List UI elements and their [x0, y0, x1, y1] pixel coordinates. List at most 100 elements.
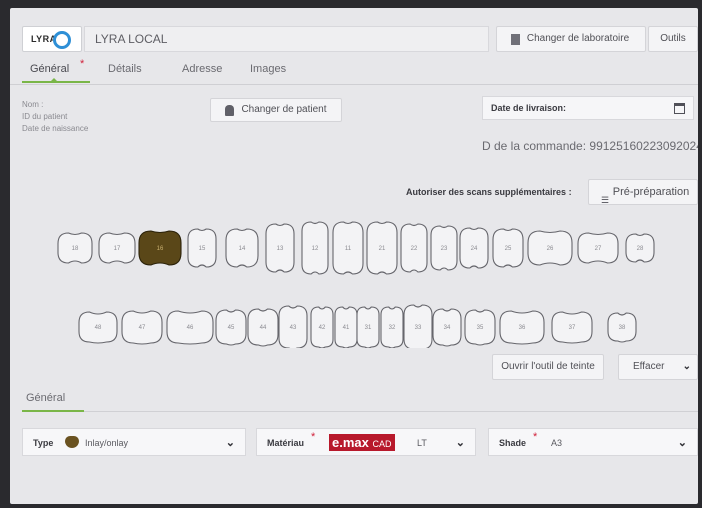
tooth-number: 11	[345, 246, 352, 252]
chevron-down-icon[interactable]: ⌄	[456, 436, 465, 449]
tooth-number: 34	[444, 325, 451, 331]
shade-select[interactable]: Shade * A3 ⌄	[488, 428, 698, 456]
tools-button[interactable]: Outils	[648, 26, 698, 52]
tooth-number: 28	[637, 246, 644, 252]
tooth-number: 12	[312, 246, 319, 252]
tooth-21[interactable]: 21	[366, 221, 398, 275]
tooth-27[interactable]: 27	[577, 232, 619, 264]
header-bar: LYRA LYRA LOCAL Changer de laboratoire O…	[22, 26, 698, 54]
chevron-down-icon[interactable]: ⌄	[678, 436, 687, 449]
type-select[interactable]: Type Inlay/onlay ⌄	[22, 428, 246, 456]
additional-scans-label: Autoriser des scans supplémentaires :	[406, 187, 572, 197]
tooth-35[interactable]: 35	[464, 309, 496, 346]
tooth-14[interactable]: 14	[225, 228, 259, 268]
tooth-number: 26	[547, 246, 554, 252]
change-patient-button[interactable]: Changer de patient	[210, 98, 342, 122]
tooth-number: 22	[411, 246, 418, 252]
section-title-general: Général	[26, 392, 66, 404]
tooth-number: 15	[199, 246, 206, 252]
tooth-22[interactable]: 22	[400, 223, 428, 273]
tooth-16[interactable]: 16	[138, 230, 182, 266]
patient-id-label: ID du patient	[22, 112, 68, 121]
tooth-number: 36	[519, 325, 526, 331]
tooth-31[interactable]: 31	[356, 306, 380, 348]
tooth-46[interactable]: 46	[166, 310, 214, 345]
tab-bar: Général * Détails Adresse Images	[22, 58, 342, 83]
lab-icon	[511, 34, 520, 45]
tooth-44[interactable]: 44	[247, 308, 279, 347]
tooth-number: 41	[343, 325, 350, 331]
tooth-number: 17	[114, 246, 121, 252]
person-icon	[225, 105, 234, 116]
calendar-icon[interactable]	[674, 103, 685, 114]
chevron-down-icon[interactable]: ⌄	[683, 355, 691, 379]
clear-button[interactable]: Effacer ⌄	[618, 354, 698, 380]
tooth-number: 45	[228, 325, 235, 331]
tooth-36[interactable]: 36	[499, 310, 545, 345]
change-lab-button[interactable]: Changer de laboratoire	[496, 26, 646, 52]
tooth-41[interactable]: 41	[334, 306, 358, 348]
tooth-25[interactable]: 25	[492, 228, 524, 268]
tooth-number: 48	[95, 325, 102, 331]
birth-date-label: Date de naissance	[22, 124, 89, 133]
required-marker: *	[80, 58, 85, 70]
tooth-15[interactable]: 15	[187, 228, 217, 268]
material-select[interactable]: Matériau * e.max CAD LT ⌄	[256, 428, 476, 456]
tooth-chart: 18 17 16 15 14 13 12 11 21 22 23 24 25 26 27 28 48 47 46 45…	[57, 221, 655, 348]
tooth-number: 23	[441, 246, 448, 252]
tooth-33[interactable]: 33	[403, 304, 433, 348]
tooth-37[interactable]: 37	[551, 311, 593, 344]
tooth-number: 13	[277, 246, 284, 252]
name-label: Nom :	[22, 100, 44, 109]
tooth-28[interactable]: 28	[625, 233, 655, 263]
lyra-logo: LYRA	[22, 26, 82, 52]
tooth-32[interactable]: 32	[380, 306, 404, 348]
tooth-47[interactable]: 47	[121, 310, 163, 345]
tooth-number: 21	[379, 246, 386, 252]
tooth-number: 35	[477, 325, 484, 331]
pre-preparation-button[interactable]: ☰ Pré-préparation	[588, 179, 698, 205]
tab-details[interactable]: Détails	[108, 63, 142, 75]
tooth-number: 47	[139, 325, 146, 331]
lab-name-field: LYRA LOCAL	[84, 26, 489, 52]
tooth-34[interactable]: 34	[432, 308, 462, 347]
tooth-number: 32	[389, 325, 396, 331]
tab-general[interactable]: Général	[30, 63, 69, 75]
tooth-number: 18	[72, 246, 79, 252]
tooth-12[interactable]: 12	[301, 221, 329, 275]
tooth-number: 37	[569, 325, 576, 331]
tooth-18[interactable]: 18	[57, 232, 93, 264]
tooth-43[interactable]: 43	[278, 305, 308, 348]
tooth-number: 38	[619, 325, 626, 331]
delivery-date-field[interactable]: Date de livraison:	[482, 96, 694, 120]
tooth-48[interactable]: 48	[78, 311, 118, 344]
app-screen: LYRA LYRA LOCAL Changer de laboratoire O…	[10, 8, 698, 504]
tooth-number: 24	[471, 246, 478, 252]
tab-images[interactable]: Images	[250, 63, 286, 75]
tooth-11[interactable]: 11	[332, 221, 364, 275]
tab-address[interactable]: Adresse	[182, 63, 222, 75]
emax-brand-logo: e.max CAD	[329, 434, 395, 451]
required-marker: *	[533, 431, 538, 443]
tooth-23[interactable]: 23	[430, 225, 458, 271]
tooth-number: 25	[505, 246, 512, 252]
section-indicator	[22, 410, 84, 412]
tooth-number: 42	[319, 325, 326, 331]
tooth-45[interactable]: 45	[215, 309, 247, 346]
tooth-number: 46	[187, 325, 194, 331]
inlay-tooth-icon	[65, 436, 79, 448]
logo-ring-icon	[53, 31, 71, 49]
tooth-17[interactable]: 17	[98, 232, 136, 264]
chevron-down-icon[interactable]: ⌄	[226, 436, 235, 449]
tooth-24[interactable]: 24	[459, 227, 489, 269]
tooth-42[interactable]: 42	[310, 306, 334, 348]
open-shade-tool-button[interactable]: Ouvrir l'outil de teinte	[492, 354, 604, 380]
tooth-26[interactable]: 26	[527, 230, 573, 266]
tooth-13[interactable]: 13	[265, 223, 295, 273]
tooth-38[interactable]: 38	[607, 312, 637, 343]
tooth-number: 14	[239, 246, 246, 252]
required-marker: *	[311, 431, 316, 443]
tooth-number: 16	[157, 246, 164, 252]
tooth-number: 44	[260, 325, 267, 331]
tooth-number: 31	[365, 325, 372, 331]
